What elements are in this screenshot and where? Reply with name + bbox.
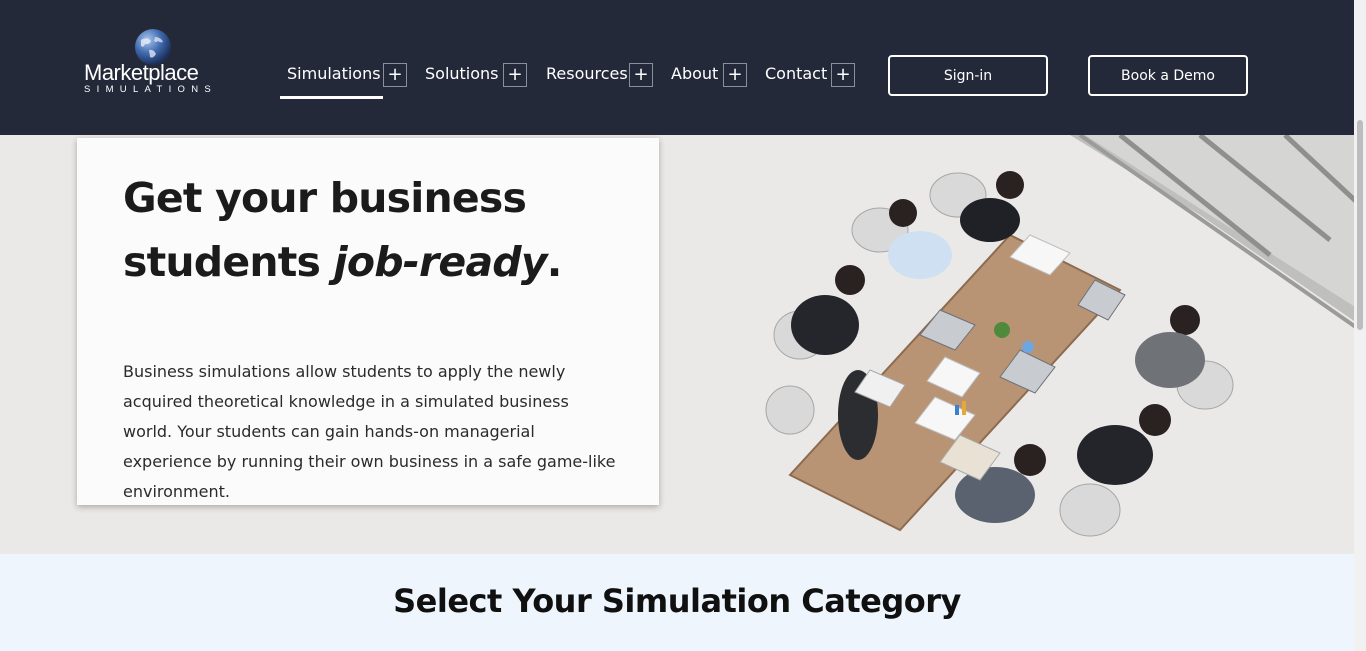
hero-heading: Get your business students job-ready. [123, 166, 643, 294]
plus-icon[interactable]: + [629, 63, 653, 87]
hero-description: Business simulations allow students to a… [123, 362, 616, 501]
hero-heading-period: . [546, 238, 563, 286]
nav-label-about[interactable]: About [671, 64, 718, 83]
hero-card: Get your business students job-ready. Bu… [77, 138, 659, 505]
site-header: Marketplace SIMULATIONS Simulations + So… [0, 0, 1354, 135]
brand-logo[interactable]: Marketplace SIMULATIONS [84, 28, 224, 100]
nav-label-solutions[interactable]: Solutions [425, 64, 499, 83]
brand-tagline: SIMULATIONS [84, 84, 217, 95]
category-section-title: Select Your Simulation Category [393, 582, 961, 620]
plus-icon[interactable]: + [723, 63, 747, 87]
hero-heading-line1: Get your business [123, 174, 527, 222]
nav-label-simulations[interactable]: Simulations [287, 64, 381, 83]
active-nav-indicator [280, 96, 383, 99]
nav-label-contact[interactable]: Contact [765, 64, 827, 83]
page-scrollbar[interactable] [1354, 0, 1366, 651]
plus-icon[interactable]: + [831, 63, 855, 87]
scrollbar-thumb[interactable] [1357, 120, 1363, 330]
hero-heading-line2: students [123, 238, 334, 286]
brand-name: Marketplace [84, 60, 199, 85]
category-section: Select Your Simulation Category [0, 554, 1360, 651]
book-demo-button[interactable]: Book a Demo [1088, 55, 1248, 96]
sign-in-button[interactable]: Sign-in [888, 55, 1048, 96]
plus-icon[interactable]: + [383, 63, 407, 87]
nav-label-resources[interactable]: Resources [546, 64, 628, 83]
hero-heading-emphasis: job-ready [333, 238, 548, 286]
plus-icon[interactable]: + [503, 63, 527, 87]
